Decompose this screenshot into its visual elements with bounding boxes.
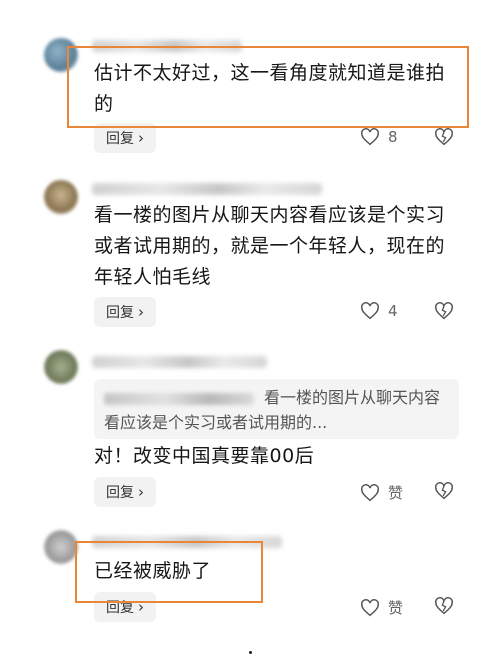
chevron-right-icon: › [138,303,144,321]
broken-heart-icon [435,128,453,146]
chevron-right-icon: › [138,598,144,616]
avatar[interactable] [44,350,78,384]
like-button[interactable]: 赞 [360,597,403,618]
dislike-button[interactable] [434,482,454,504]
chevron-right-icon: › [138,483,144,501]
reply-label: 回复 [106,131,134,147]
like-button[interactable]: 8 [360,128,398,146]
reply-button[interactable]: 回复 › [94,477,156,507]
username-blurred [92,536,282,548]
dislike-button[interactable] [434,597,454,619]
broken-heart-icon [435,302,453,320]
heart-icon [361,598,379,616]
broken-heart-icon [435,482,453,500]
reply-button[interactable]: 回复 › [94,297,156,327]
quoted-comment[interactable]: 看一楼的图片从聊天内容看应该是个实习或者试用期的... [94,379,459,439]
page-dot [249,651,252,654]
like-count: 8 [388,128,398,146]
comment-text: 已经被威胁了 [94,560,212,582]
heart-icon [361,483,379,501]
heart-icon [361,128,379,146]
reply-button[interactable]: 回复 › [94,592,156,622]
like-button[interactable]: 4 [360,302,398,320]
avatar[interactable] [44,530,78,564]
quoted-username-blurred [104,392,254,405]
like-label: 赞 [388,599,404,617]
username-blurred [92,183,322,195]
comment-text: 对！改变中国真要靠00后 [94,445,315,467]
like-label: 赞 [388,484,404,502]
reply-label: 回复 [106,600,134,616]
heart-icon [361,302,379,320]
comment-text: 看一楼的图片从聊天内容看应该是个实习或者试用期的，就是一个年轻人，现在的年轻人怕… [94,204,446,288]
avatar[interactable] [44,180,78,214]
dislike-button[interactable] [434,302,454,324]
reply-label: 回复 [106,485,134,501]
like-button[interactable]: 赞 [360,482,403,503]
username-blurred [92,40,242,52]
reply-label: 回复 [106,305,134,321]
broken-heart-icon [435,597,453,615]
username-blurred [92,356,267,368]
avatar[interactable] [44,38,78,72]
like-count: 4 [388,302,398,320]
chevron-right-icon: › [138,129,144,147]
comment-text: 估计不太好过，这一看角度就知道是谁拍的 [94,62,446,115]
reply-button[interactable]: 回复 › [94,123,156,153]
dislike-button[interactable] [434,128,454,150]
